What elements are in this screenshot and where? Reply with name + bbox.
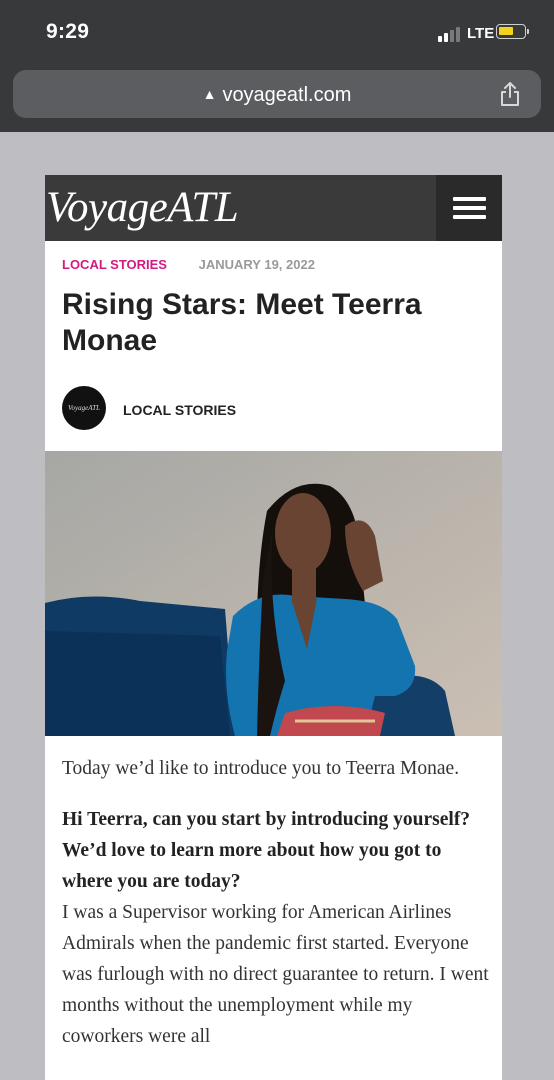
signal-icon — [438, 26, 462, 42]
article-card: VoyageATL LOCAL STORIES JANUARY 19, 2022… — [45, 175, 502, 1080]
site-logo[interactable]: VoyageATL — [46, 183, 239, 232]
article-meta: LOCAL STORIES JANUARY 19, 2022 — [62, 257, 315, 272]
article-title: Rising Stars: Meet Teerra Monae — [62, 288, 422, 357]
category-link[interactable]: LOCAL STORIES — [62, 257, 167, 272]
address-bar[interactable]: ▲ voyageatl.com — [13, 70, 541, 118]
interview-answer: I was a Supervisor working for American … — [62, 902, 489, 1047]
hero-photo — [45, 451, 502, 736]
share-icon[interactable] — [499, 81, 521, 107]
article-body: Today we’d like to introduce you to Teer… — [62, 753, 492, 1052]
author-avatar[interactable]: VoyageATL — [62, 386, 106, 430]
hamburger-menu-icon[interactable] — [436, 175, 502, 241]
url-text: voyageatl.com — [222, 84, 352, 106]
not-secure-warning-icon: ▲ — [202, 86, 217, 102]
browser-bar: ▲ voyageatl.com — [0, 64, 554, 132]
status-time: 9:29 — [46, 20, 90, 43]
status-bar: 9:29 LTE — [0, 0, 554, 64]
intro-paragraph: Today we’d like to introduce you to Teer… — [62, 758, 460, 779]
network-label: LTE — [467, 25, 495, 42]
interview-question: Hi Teerra, can you start by introducing … — [62, 809, 471, 892]
site-header: VoyageATL — [45, 175, 502, 241]
battery-icon — [496, 24, 529, 39]
publish-date: JANUARY 19, 2022 — [198, 257, 315, 272]
author-name[interactable]: LOCAL STORIES — [123, 402, 236, 418]
